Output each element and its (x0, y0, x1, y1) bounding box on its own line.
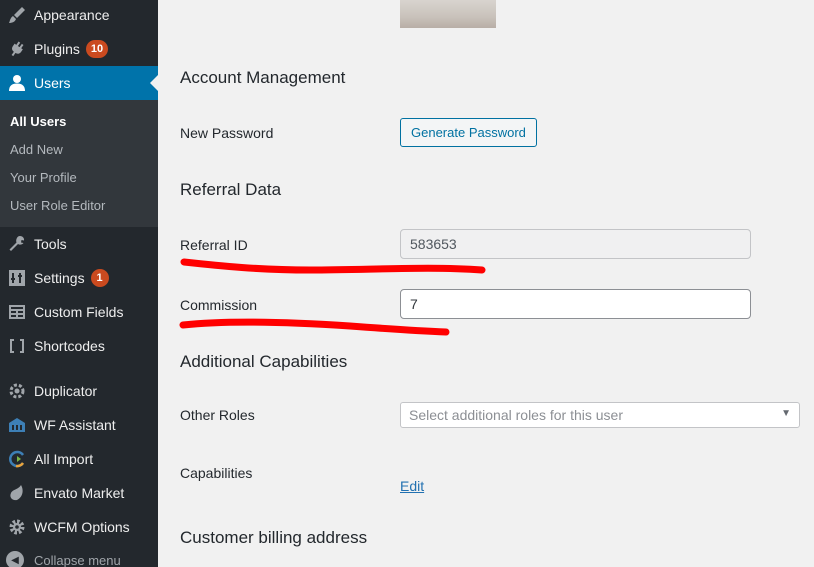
sidebar-item-label: Tools (34, 236, 67, 252)
sidebar-item-label: Envato Market (34, 485, 125, 501)
sidebar-item-label: Plugins (34, 41, 80, 57)
chevron-down-icon: ▼ (781, 408, 791, 419)
commission-label: Commission (180, 297, 258, 313)
table-icon (6, 302, 28, 322)
annotation-underline-commission (179, 318, 450, 336)
collapse-menu-button[interactable]: ◀ Collapse menu (0, 550, 121, 567)
settings-icon (6, 268, 28, 288)
sidebar-item-label: All Import (34, 451, 94, 467)
sidebar-item-all-import[interactable]: All Import (0, 442, 158, 476)
sidebar-item-label: Duplicator (34, 383, 98, 399)
sidebar-item-shortcodes[interactable]: Shortcodes (0, 329, 158, 363)
leaf-icon (6, 483, 28, 503)
wrench-icon (6, 234, 28, 254)
update-count-badge: 1 (90, 269, 109, 287)
paintbrush-icon (6, 5, 28, 25)
new-password-label: New Password (180, 125, 274, 141)
brackets-icon (6, 336, 28, 356)
annotation-underline-referral (180, 258, 486, 274)
collapse-menu-label: Collapse menu (34, 552, 121, 567)
sidebar-item-wf-assistant[interactable]: WF Assistant (0, 408, 158, 442)
users-submenu: All Users Add New Your Profile User Role… (0, 100, 158, 227)
gear-icon (6, 381, 28, 401)
sidebar-item-label: Shortcodes (34, 338, 105, 354)
section-heading-referral-data: Referral Data (180, 180, 282, 199)
submenu-item-add-new[interactable]: Add New (10, 142, 63, 157)
referral-id-field[interactable]: 583653 (400, 229, 751, 259)
cog-icon (6, 517, 28, 537)
sidebar-item-duplicator[interactable]: Duplicator (0, 374, 158, 408)
submenu-item-user-role-editor[interactable]: User Role Editor (10, 198, 105, 213)
update-count-badge: 10 (85, 40, 109, 58)
sidebar-item-label: Users (34, 75, 71, 91)
sidebar-item-users[interactable]: Users (0, 66, 158, 100)
sidebar-item-plugins[interactable]: Plugins 10 (0, 32, 158, 66)
generate-password-button[interactable]: Generate Password (400, 118, 537, 147)
section-heading-additional-capabilities: Additional Capabilities (180, 352, 348, 371)
sidebar-item-tools[interactable]: Tools (0, 227, 158, 261)
capabilities-label: Capabilities (180, 465, 253, 481)
plugin-icon (6, 39, 28, 59)
sidebar-item-settings[interactable]: Settings 1 (0, 261, 158, 295)
submenu-item-your-profile[interactable]: Your Profile (10, 170, 77, 185)
sidebar-item-label: WCFM Options (34, 519, 130, 535)
section-heading-account-management: Account Management (180, 68, 346, 87)
sidebar-item-label: Custom Fields (34, 304, 124, 320)
other-roles-placeholder: Select additional roles for this user (409, 407, 623, 423)
other-roles-select[interactable]: Select additional roles for this user ▼ (400, 402, 800, 428)
sidebar-item-appearance[interactable]: Appearance (0, 0, 158, 32)
sidebar-item-label: Appearance (34, 7, 110, 23)
profile-avatar (400, 0, 496, 28)
section-heading-customer-billing-address: Customer billing address (180, 528, 368, 547)
admin-sidebar: Appearance Plugins 10 Users All Users Ad… (0, 0, 158, 567)
edit-capabilities-link[interactable]: Edit (400, 478, 424, 494)
building-icon (6, 415, 28, 435)
sidebar-item-custom-fields[interactable]: Custom Fields (0, 295, 158, 329)
referral-id-label: Referral ID (180, 237, 248, 253)
other-roles-label: Other Roles (180, 407, 255, 423)
user-icon (6, 73, 28, 93)
collapse-icon: ◀ (6, 551, 24, 567)
sidebar-item-label: WF Assistant (34, 417, 116, 433)
import-icon (6, 449, 28, 469)
sidebar-item-envato-market[interactable]: Envato Market (0, 476, 158, 510)
sidebar-item-label: Settings (34, 270, 85, 286)
sidebar-item-wcfm-options[interactable]: WCFM Options (0, 510, 158, 544)
submenu-item-all-users[interactable]: All Users (10, 114, 66, 129)
commission-field[interactable]: 7 (400, 289, 751, 319)
